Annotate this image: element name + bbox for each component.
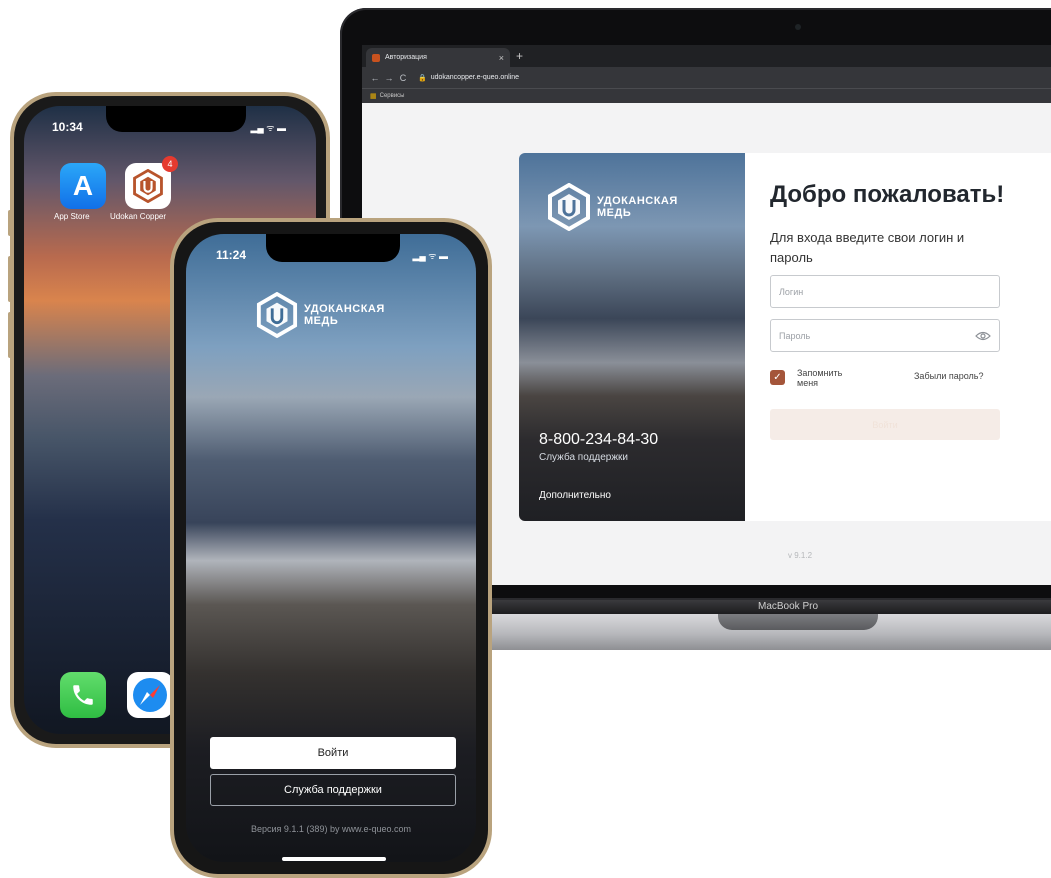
- udokan-app-label: Udokan Copper: [110, 212, 167, 221]
- login-input[interactable]: Логин: [770, 275, 1000, 308]
- phone-handset-icon: [73, 685, 93, 705]
- brand-line-2: МЕДЬ: [597, 207, 632, 219]
- tab-close-icon[interactable]: ×: [499, 53, 504, 63]
- lock-icon: 🔒: [418, 74, 427, 82]
- brand-logo: УДОКАНСКАЯ МЕДЬ: [547, 183, 678, 231]
- bookmark-services[interactable]: Сервисы: [380, 93, 405, 99]
- app-store-icon[interactable]: A: [60, 163, 106, 209]
- favicon-icon: [372, 53, 380, 62]
- brand-line-2: МЕДЬ: [304, 315, 339, 327]
- support-button[interactable]: Служба поддержки: [210, 774, 456, 806]
- tab-title: Авторизация: [385, 54, 427, 61]
- page-title: Добро пожаловать!: [770, 181, 1005, 208]
- eye-icon[interactable]: [975, 331, 991, 341]
- laptop-notch: [718, 614, 878, 630]
- login-hero-panel: УДОКАНСКАЯ МЕДЬ 8-800-234-84-30 Служба п…: [519, 153, 745, 521]
- brand-name: УДОКАНСКАЯ МЕДЬ: [597, 195, 678, 219]
- remember-me: ✓ Запомнить меня: [770, 368, 857, 388]
- volume-up-button: [8, 256, 12, 302]
- app-store-label: App Store: [54, 212, 90, 221]
- login-button[interactable]: Войти: [210, 737, 456, 769]
- browser-tab-bar: Авторизация × +: [362, 45, 1051, 67]
- status-time: 11:24: [216, 248, 247, 262]
- app-version: Версия 9.1.1 (389) by www.e-queo.com: [251, 824, 411, 834]
- brand-logo: УДОКАНСКАЯ МЕДЬ: [256, 292, 385, 338]
- back-arrow-icon[interactable]: ←: [368, 73, 382, 83]
- apps-grid-icon: ▦: [370, 93, 377, 100]
- password-input[interactable]: Пароль: [770, 319, 1000, 352]
- volume-down-button: [8, 312, 12, 358]
- power-button: [488, 402, 492, 472]
- url-field[interactable]: udokancopper.e-queo.online: [431, 74, 519, 81]
- login-submit-button[interactable]: Войти: [770, 409, 1000, 440]
- login-form-panel: Добро пожаловать! Для входа введите свои…: [745, 153, 1051, 521]
- password-placeholder: Пароль: [779, 330, 811, 341]
- brand-name: УДОКАНСКАЯ МЕДЬ: [304, 303, 385, 327]
- web-version: v 9.1.2: [788, 551, 813, 560]
- phone-notch: [266, 234, 400, 262]
- laptop-model-label: MacBook Pro: [758, 601, 819, 612]
- status-icons: ▂▄ ᯤ ▬: [412, 251, 448, 261]
- login-placeholder: Логин: [779, 286, 804, 297]
- more-link[interactable]: Дополнительно: [539, 490, 611, 501]
- reload-icon[interactable]: C: [396, 73, 410, 83]
- browser-tab[interactable]: Авторизация ×: [366, 48, 510, 67]
- phone-notch: [106, 106, 246, 132]
- address-bar: ← → C 🔒 udokancopper.e-queo.online: [362, 67, 1051, 88]
- status-time: 10:34: [52, 120, 83, 134]
- app-splash-screen: 11:24 ▂▄ ᯤ ▬ УДОКАНСКАЯ МЕДЬ Войти Служб…: [186, 234, 476, 862]
- bookmark-bar: ▦ Сервисы: [362, 88, 1051, 103]
- laptop-camera: [795, 24, 801, 30]
- udokan-logo-icon: [548, 183, 590, 231]
- forward-arrow-icon[interactable]: →: [382, 73, 396, 83]
- compass-icon: [133, 678, 167, 712]
- safari-app-icon[interactable]: [127, 672, 173, 718]
- remember-checkbox[interactable]: ✓: [770, 370, 785, 385]
- udokan-logo-icon: [256, 292, 298, 338]
- status-icons: ▂▄ ᯤ ▬: [250, 123, 286, 133]
- home-indicator[interactable]: [282, 857, 386, 861]
- login-subtitle: Для входа введите свои логин и пароль: [770, 230, 965, 265]
- front-phone: 11:24 ▂▄ ᯤ ▬ УДОКАНСКАЯ МЕДЬ Войти Служб…: [170, 218, 492, 878]
- phone-app-icon[interactable]: [60, 672, 106, 718]
- brand-line-1: УДОКАНСКАЯ: [597, 195, 678, 207]
- udokan-logo-icon: [133, 169, 163, 203]
- support-phone[interactable]: 8-800-234-84-30: [539, 431, 658, 449]
- remember-label: Запомнить меня: [797, 368, 843, 388]
- new-tab-icon[interactable]: +: [516, 48, 523, 64]
- mute-switch: [8, 210, 12, 236]
- forgot-password-link[interactable]: Забыли пароль?: [914, 371, 983, 381]
- notification-badge: 4: [162, 156, 178, 172]
- support-caption: Служба поддержки: [539, 452, 629, 463]
- brand-line-1: УДОКАНСКАЯ: [304, 303, 385, 315]
